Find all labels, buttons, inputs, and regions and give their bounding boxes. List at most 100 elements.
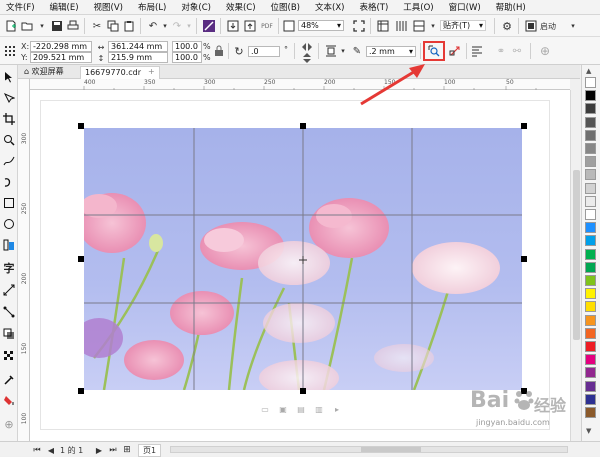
crop-tool-icon[interactable] bbox=[2, 112, 16, 126]
export-icon[interactable] bbox=[243, 19, 257, 33]
connector-tool-icon[interactable] bbox=[2, 305, 16, 319]
publish-icon[interactable] bbox=[282, 19, 296, 33]
selection-handle[interactable] bbox=[78, 123, 84, 129]
print-icon[interactable] bbox=[66, 19, 80, 33]
menu-window[interactable]: 窗口(W) bbox=[443, 1, 490, 13]
x-position-field[interactable]: -220.298 mm bbox=[30, 41, 92, 52]
selection-handle[interactable] bbox=[300, 388, 306, 394]
color-swatch[interactable] bbox=[585, 248, 596, 260]
color-swatch[interactable] bbox=[585, 354, 596, 366]
selection-handle[interactable] bbox=[300, 123, 306, 129]
next-page-icon[interactable]: ▶ bbox=[92, 443, 106, 457]
wrap-dropdown-icon[interactable]: ▾ bbox=[336, 44, 350, 58]
first-page-icon[interactable]: ⏮ bbox=[30, 443, 44, 457]
guidelines-dropdown-icon[interactable]: ▾ bbox=[426, 19, 440, 33]
menu-object[interactable]: 对象(C) bbox=[175, 1, 220, 13]
menu-file[interactable]: 文件(F) bbox=[0, 1, 44, 13]
select-contents-icon[interactable]: ▣ bbox=[276, 402, 290, 416]
dimension-tool-icon[interactable] bbox=[2, 283, 16, 297]
launch-dropdown-icon[interactable]: ▾ bbox=[566, 19, 580, 33]
center-marker[interactable] bbox=[299, 256, 307, 264]
copy-icon[interactable] bbox=[106, 19, 120, 33]
horizontal-scrollbar[interactable] bbox=[170, 446, 568, 453]
color-swatch[interactable] bbox=[585, 341, 596, 352]
horizontal-scrollbar-thumb[interactable] bbox=[361, 447, 421, 452]
scale-x-field[interactable]: 100.0 bbox=[172, 41, 202, 52]
launch-label[interactable]: 启动 bbox=[540, 21, 556, 32]
eyedropper-tool-icon[interactable] bbox=[2, 373, 16, 387]
unlink-icon[interactable]: ⚯ bbox=[510, 44, 524, 58]
edit-powerclip-icon[interactable]: ▭ bbox=[258, 402, 272, 416]
outline-width-field[interactable]: .2 mm ▾ bbox=[366, 46, 416, 57]
palette-scroll-down-icon[interactable]: ▼ bbox=[586, 427, 591, 435]
link-icon[interactable]: ⚭ bbox=[494, 44, 508, 58]
show-guidelines-icon[interactable] bbox=[412, 19, 426, 33]
color-swatch[interactable] bbox=[585, 261, 596, 273]
zoom-level-field[interactable]: 48% ▾ bbox=[298, 20, 344, 31]
cut-icon[interactable]: ✂ bbox=[90, 19, 104, 33]
selection-handle[interactable] bbox=[78, 388, 84, 394]
export-pdf-icon[interactable]: PDF bbox=[260, 19, 274, 33]
snap-dropdown-icon[interactable]: ▾ bbox=[479, 21, 483, 30]
color-swatch[interactable] bbox=[585, 143, 596, 154]
outline-pen-icon[interactable]: ✎ bbox=[350, 44, 364, 58]
extract-icon[interactable]: ▤ bbox=[294, 402, 308, 416]
previous-page-icon[interactable]: ◀ bbox=[44, 443, 58, 457]
color-swatch[interactable] bbox=[585, 182, 596, 194]
add-page-icon[interactable]: ⊞ bbox=[120, 443, 134, 457]
menu-tools[interactable]: 工具(O) bbox=[397, 1, 442, 13]
add-preset-icon[interactable]: ⊕ bbox=[538, 44, 552, 58]
zoom-tool-icon[interactable] bbox=[2, 133, 16, 147]
drop-shadow-tool-icon[interactable] bbox=[2, 327, 16, 341]
outline-dropdown-icon[interactable]: ▾ bbox=[409, 47, 413, 56]
color-swatch[interactable] bbox=[585, 380, 596, 392]
paste-icon[interactable] bbox=[122, 19, 136, 33]
pick-tool-icon[interactable] bbox=[2, 70, 16, 84]
selection-handle[interactable] bbox=[521, 256, 527, 262]
transparency-tool-icon[interactable] bbox=[2, 349, 16, 363]
color-swatch[interactable] bbox=[585, 367, 596, 379]
scrollbar-thumb[interactable] bbox=[573, 170, 580, 340]
color-swatch[interactable] bbox=[585, 327, 596, 339]
lock-ratio-icon[interactable] bbox=[212, 44, 226, 58]
more-options-icon[interactable]: ▸ bbox=[330, 402, 344, 416]
rectangle-tool-icon[interactable] bbox=[2, 196, 16, 210]
object-width-field[interactable]: 361.244 mm bbox=[108, 41, 168, 52]
ellipse-tool-icon[interactable] bbox=[2, 217, 16, 231]
color-swatch[interactable] bbox=[585, 195, 596, 207]
color-swatch[interactable] bbox=[585, 156, 596, 168]
import-icon[interactable] bbox=[226, 19, 240, 33]
color-swatch[interactable] bbox=[585, 169, 596, 181]
options-gear-icon[interactable]: ⚙ bbox=[500, 19, 514, 33]
color-swatch[interactable] bbox=[585, 222, 596, 234]
color-swatch[interactable] bbox=[585, 116, 596, 128]
vertical-ruler[interactable]: 300 250 200 150 100 bbox=[18, 79, 30, 441]
color-swatch[interactable] bbox=[585, 288, 596, 300]
save-icon[interactable] bbox=[50, 19, 64, 33]
zoom-dropdown-icon[interactable]: ▾ bbox=[337, 21, 341, 30]
redo-dropdown-icon[interactable]: ▾ bbox=[182, 19, 196, 33]
menu-effects[interactable]: 效果(C) bbox=[220, 1, 265, 13]
shape-tool-icon[interactable] bbox=[2, 91, 16, 105]
color-swatch[interactable] bbox=[585, 235, 596, 247]
object-origin-icon[interactable] bbox=[3, 44, 17, 58]
text-tool-icon[interactable]: 字 bbox=[2, 261, 16, 275]
tab-welcome[interactable]: ⌂ 欢迎屏幕 bbox=[20, 66, 68, 79]
menu-table[interactable]: 表格(T) bbox=[353, 1, 397, 13]
rotation-angle-field[interactable]: .0 bbox=[248, 46, 280, 57]
show-rulers-icon[interactable] bbox=[376, 19, 390, 33]
color-swatch[interactable] bbox=[585, 407, 596, 418]
color-swatch[interactable] bbox=[585, 314, 596, 326]
color-swatch[interactable] bbox=[585, 209, 596, 220]
polygon-tool-icon[interactable] bbox=[2, 238, 16, 252]
color-swatch[interactable] bbox=[585, 129, 596, 141]
new-document-icon[interactable] bbox=[4, 19, 18, 33]
corel-connect-icon[interactable] bbox=[202, 19, 216, 33]
page-tab[interactable]: 页1 bbox=[138, 444, 162, 457]
palette-scroll-up-icon[interactable]: ▲ bbox=[586, 67, 591, 75]
color-swatch[interactable] bbox=[585, 90, 596, 102]
add-tool-icon[interactable]: ⊕ bbox=[2, 417, 16, 431]
application-launcher-icon[interactable] bbox=[524, 19, 538, 33]
selection-handle[interactable] bbox=[521, 123, 527, 129]
last-page-icon[interactable]: ⏭ bbox=[106, 443, 120, 457]
